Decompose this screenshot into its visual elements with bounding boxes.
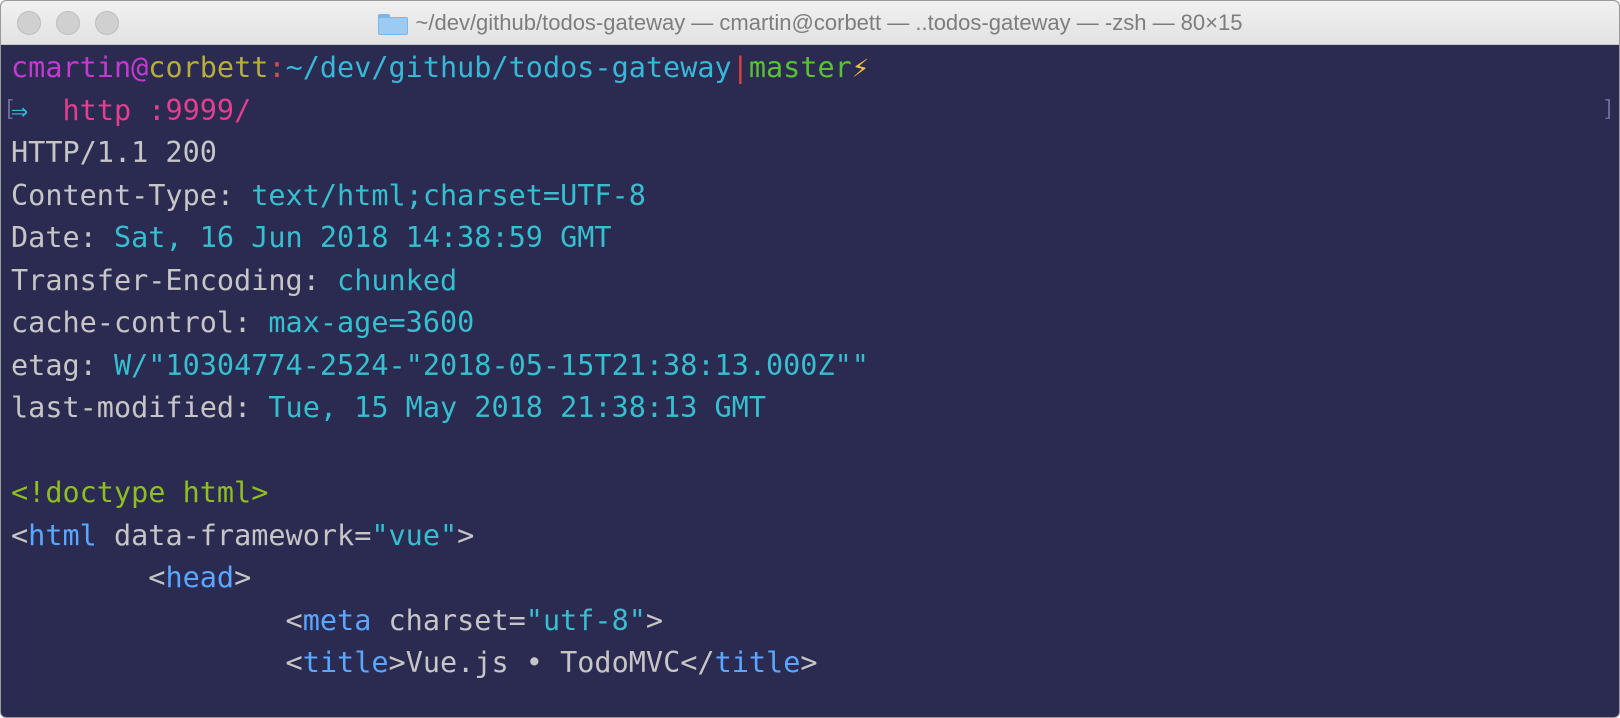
attr-value: "vue" bbox=[371, 518, 458, 552]
attr-name: data-framework= bbox=[96, 518, 372, 552]
tag-bracket: > bbox=[645, 603, 664, 637]
prompt-branch: master bbox=[748, 51, 852, 84]
header-name: etag: bbox=[11, 348, 97, 382]
title-line: <title>Vue.js • TodoMVC</title> bbox=[11, 642, 1609, 685]
tag-bracket: > bbox=[800, 646, 818, 679]
tag-name: title bbox=[714, 646, 801, 679]
header-name: Transfer-Encoding: bbox=[11, 263, 320, 297]
prompt-path: ~/dev/github/todos-gateway bbox=[285, 51, 732, 84]
title-content: Vue.js • TodoMVC bbox=[405, 646, 681, 679]
header-value: W/"10304774-2524-"2018-05-15T21:38:13.00… bbox=[113, 348, 869, 382]
header-line: etag: W/"10304774-2524-"2018-05-15T21:38… bbox=[11, 345, 1609, 388]
lightning-icon: ⚡ bbox=[851, 51, 869, 84]
status-line: HTTP/1.1 200 bbox=[11, 136, 217, 169]
window-title-container: ~/dev/github/todos-gateway — cmartin@cor… bbox=[1, 1, 1619, 45]
tag-name: html bbox=[28, 518, 97, 552]
header-name: cache-control: bbox=[11, 306, 252, 339]
header-name: last-modified: bbox=[11, 391, 252, 424]
header-value: max-age=3600 bbox=[268, 306, 475, 339]
header-value: chunked bbox=[337, 263, 458, 297]
tag-bracket: </ bbox=[680, 646, 715, 679]
header-line: Date: Sat, 16 Jun 2018 14:38:59 GMT bbox=[11, 217, 1609, 260]
terminal-content[interactable]: cmartin@corbett:~/dev/github/todos-gatew… bbox=[11, 47, 1609, 717]
header-value: Sat, 16 Jun 2018 14:38:59 GMT bbox=[113, 221, 612, 254]
tag-bracket: > bbox=[457, 518, 475, 552]
header-name: Date: bbox=[11, 221, 97, 254]
window-title: ~/dev/github/todos-gateway — cmartin@cor… bbox=[415, 10, 1243, 35]
command-text: http :9999/ bbox=[62, 93, 252, 127]
header-line: last-modified: Tue, 15 May 2018 21:38:13… bbox=[11, 387, 1609, 430]
doctype-line: <!doctype html> bbox=[11, 476, 269, 509]
tag-bracket: > bbox=[388, 646, 406, 679]
tag-bracket: < bbox=[148, 561, 166, 594]
attr-name: charset= bbox=[371, 603, 526, 637]
folder-icon bbox=[377, 12, 408, 35]
tag-bracket: > bbox=[234, 561, 252, 594]
title-bar[interactable]: ~/dev/github/todos-gateway — cmartin@cor… bbox=[1, 1, 1619, 45]
header-line: Content-Type: text/html;charset=UTF-8 bbox=[11, 175, 1609, 218]
prompt-user: cmartin bbox=[11, 51, 132, 84]
header-line: Transfer-Encoding: chunked bbox=[11, 260, 1609, 303]
tag-bracket: < bbox=[285, 603, 303, 637]
tag-name: title bbox=[302, 646, 389, 679]
header-line: cache-control: max-age=3600 bbox=[11, 302, 1609, 345]
prompt-line: cmartin@corbett:~/dev/github/todos-gatew… bbox=[11, 47, 1609, 90]
html-open-line: <html data-framework="vue"> bbox=[11, 515, 1609, 558]
tag-bracket: < bbox=[11, 518, 29, 552]
head-open-line: <head> bbox=[11, 557, 1609, 600]
header-value: text/html;charset=UTF-8 bbox=[251, 178, 646, 212]
prompt-host: corbett bbox=[148, 51, 269, 84]
prompt-separator: | bbox=[731, 51, 749, 84]
attr-value: "utf-8" bbox=[525, 603, 646, 637]
tag-name: head bbox=[165, 561, 235, 594]
prompt-at: @ bbox=[131, 51, 149, 84]
tag-name: meta bbox=[302, 603, 372, 637]
terminal-window: ~/dev/github/todos-gateway — cmartin@cor… bbox=[0, 0, 1620, 718]
header-value: Tue, 15 May 2018 21:38:13 GMT bbox=[268, 391, 766, 424]
command-line: ⇒ http :9999/ bbox=[11, 90, 1609, 133]
tag-bracket: < bbox=[285, 646, 303, 679]
prompt-arrow-icon: ⇒ bbox=[11, 93, 29, 127]
meta-line: <meta charset="utf-8"> bbox=[11, 600, 1609, 643]
prompt-colon: : bbox=[268, 51, 286, 84]
header-name: Content-Type: bbox=[11, 178, 235, 212]
